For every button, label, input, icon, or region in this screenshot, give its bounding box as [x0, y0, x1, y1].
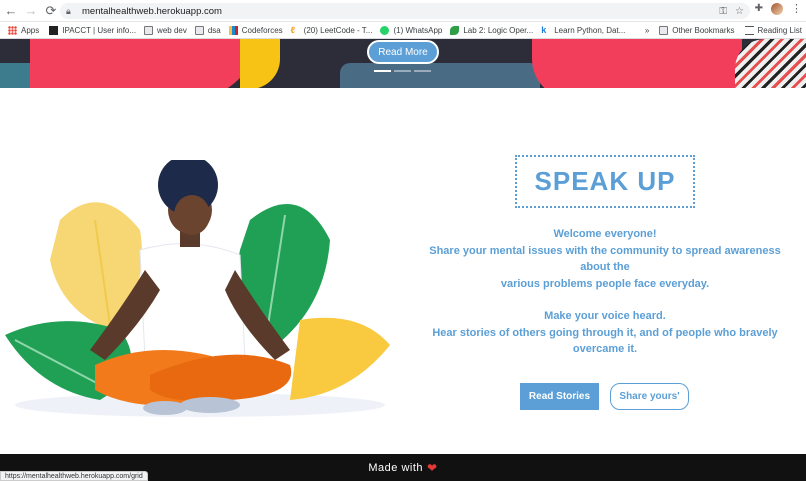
other-bookmarks[interactable]: Other Bookmarks [659, 26, 735, 35]
status-bar-url: https://mentalhealthweb.herokuapp.com/gr… [0, 471, 148, 481]
message-line: Hear stories of others going through it,… [432, 326, 778, 356]
carousel-dot[interactable] [414, 70, 431, 72]
bookmark-lab2[interactable]: Lab 2: Logic Oper... [450, 25, 533, 35]
leaf-icon [450, 25, 460, 35]
address-bar[interactable]: 🔒︎ mentalhealthweb.herokuapp.com ⚿ ☆ [60, 3, 750, 19]
bookmark-web-dev[interactable]: web dev [144, 25, 187, 35]
reading-list[interactable]: Reading List [744, 26, 802, 35]
k-icon: k [541, 24, 547, 35]
reading-list-icon [744, 26, 754, 35]
speak-up-title-box: SPEAK UP [515, 155, 695, 208]
welcome-text: Welcome everyone! [553, 228, 657, 240]
message-line: Share your mental issues with the commun… [429, 244, 781, 274]
read-more-button[interactable]: Read More [367, 40, 439, 64]
bookmark-codeforces[interactable]: Codeforces [228, 25, 283, 35]
bookmarks-bar: Apps IPACCT | User info... web dev dsa C… [0, 22, 806, 39]
hero-shape [532, 39, 742, 88]
url-text: mentalhealthweb.herokuapp.com [82, 5, 222, 17]
bookmark-whatsapp[interactable]: (1) WhatsApp [380, 25, 442, 35]
whatsapp-icon [380, 25, 390, 35]
leetcode-icon: ℓ [290, 24, 296, 35]
carousel-dot[interactable] [374, 70, 391, 72]
browser-toolbar: ← → ⟳ 🔒︎ mentalhealthweb.herokuapp.com ⚿… [0, 0, 806, 22]
hero-pattern [735, 39, 806, 88]
bookmark-dsa[interactable]: dsa [194, 25, 221, 35]
meditation-illustration [5, 160, 390, 417]
star-icon[interactable]: ☆ [735, 6, 744, 17]
bookmark-learn-python[interactable]: k Learn Python, Dat... [541, 24, 625, 35]
intro-message: Welcome everyone! Share your mental issu… [420, 226, 790, 358]
codeforces-icon [228, 25, 238, 35]
hero-shape [340, 63, 540, 88]
forward-icon[interactable]: → [22, 2, 40, 20]
read-stories-button[interactable]: Read Stories [520, 383, 599, 410]
back-icon[interactable]: ← [2, 2, 20, 20]
menu-icon[interactable]: ⋮ [791, 2, 802, 15]
reload-icon[interactable]: ⟳ [42, 2, 60, 20]
carousel-indicators [374, 70, 431, 72]
folder-icon [144, 25, 154, 35]
bookmarks-overflow[interactable]: » [645, 26, 649, 35]
key-icon[interactable]: ⚿ [719, 6, 727, 17]
message-line: various problems people face everyday. [500, 277, 710, 290]
profile-avatar[interactable] [771, 2, 783, 15]
heart-icon: ❤ [427, 460, 438, 475]
bookmark-leetcode[interactable]: ℓ (20) LeetCode - T... [290, 24, 373, 35]
footer-text: Made with [368, 461, 424, 474]
carousel-dot[interactable] [394, 70, 411, 72]
page-title: SPEAK UP [534, 166, 676, 196]
message-line: Make your voice heard. [544, 310, 666, 322]
hero-shape [30, 39, 260, 88]
extensions-icon[interactable]: ✚ [755, 3, 763, 14]
lock-icon: 🔒︎ [66, 5, 71, 16]
bookmark-ipacct[interactable]: IPACCT | User info... [49, 25, 136, 35]
folder-icon [194, 25, 204, 35]
share-yours-button[interactable]: Share yours' [610, 383, 689, 410]
bookmark-apps[interactable]: Apps [8, 25, 39, 35]
apps-grid-icon [8, 25, 17, 35]
hero-shape [240, 39, 280, 88]
ip-favicon [49, 25, 59, 35]
folder-icon [659, 26, 669, 35]
